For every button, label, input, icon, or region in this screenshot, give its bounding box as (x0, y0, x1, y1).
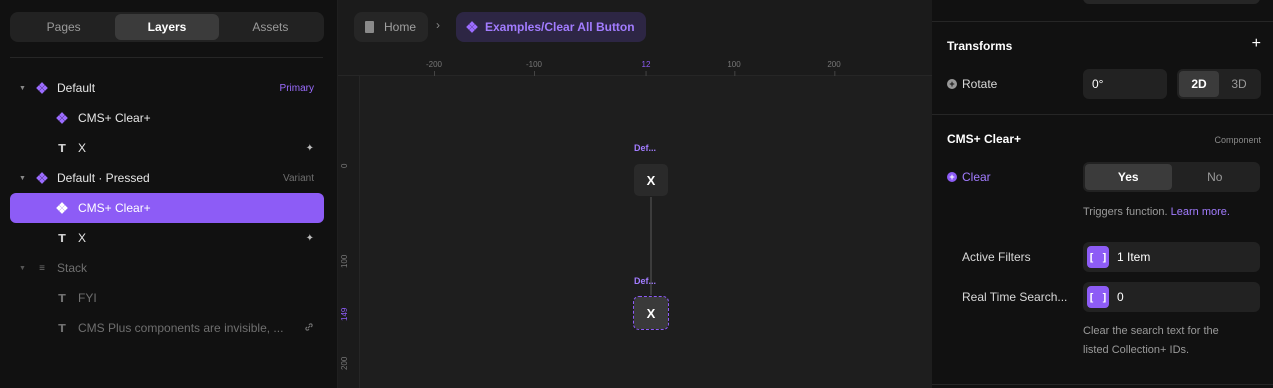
variant-default-button[interactable]: X (634, 164, 668, 196)
segmented-control[interactable] (1083, 0, 1260, 4)
tab-assets[interactable]: Assets (219, 14, 322, 40)
clear-label: + Clear (947, 170, 991, 184)
variant-pressed-button[interactable]: X (633, 296, 669, 330)
plus-circle-icon[interactable]: + (947, 79, 957, 89)
realtime-search-field[interactable]: [ ] 0 (1083, 282, 1260, 312)
layer-row-cms-clear-selected[interactable]: CMS+ Clear+ (10, 193, 324, 223)
expand-arrow-icon[interactable]: ▼ (19, 85, 26, 92)
breadcrumb-current-label: Examples/Clear All Button (485, 20, 635, 34)
ruler-vertical: 0 100 149 200 (338, 76, 360, 388)
ruler-tick: 100 (727, 60, 741, 76)
breadcrumb-home-label: Home (384, 20, 417, 34)
variant-label[interactable]: Def... (634, 143, 656, 153)
layer-label: FYI (78, 291, 97, 305)
breadcrumb-bar: Home › Examples/Clear All Button (338, 0, 932, 56)
text-icon: T (58, 231, 66, 245)
properties-panel: Transforms + + Rotate 0° 2D 3D CMS+ Clea… (932, 0, 1273, 388)
layer-row-fyi[interactable]: T FYI (10, 283, 324, 313)
layer-row-x[interactable]: T X ✦ (10, 223, 324, 253)
component-icon (36, 82, 48, 94)
array-icon: [ ] (1087, 246, 1109, 268)
layer-row-x[interactable]: T X ✦ (10, 133, 324, 163)
canvas[interactable]: -200 -100 12 100 200 0 100 149 200 Def..… (338, 56, 932, 388)
ruler-tick: 200 (340, 356, 349, 370)
learn-more-link[interactable]: Learn more. (1171, 206, 1230, 218)
component-subtitle: Component (1214, 135, 1261, 145)
layer-tag: Variant (283, 172, 314, 184)
layer-label: Default (57, 81, 96, 95)
clear-description: Triggers function. Learn more. (1083, 206, 1230, 218)
mode-3d-button[interactable]: 3D (1219, 71, 1259, 97)
layer-label: Default · Pressed (57, 171, 150, 185)
layer-row-default[interactable]: ▼ Default Primary (10, 73, 324, 103)
no-button[interactable]: No (1172, 164, 1259, 190)
chevron-right-icon: › (436, 18, 440, 32)
layer-label: CMS+ Clear+ (78, 111, 151, 125)
page-icon (365, 21, 374, 33)
layer-label: X (78, 141, 87, 155)
rotate-label: + Rotate (947, 77, 997, 91)
realtime-search-label: Real Time Search... (962, 290, 1068, 304)
layer-label: CMS+ Clear+ (78, 201, 151, 215)
panel-tabs: Pages Layers Assets (10, 12, 324, 42)
ruler-tick: -200 (425, 60, 443, 76)
divider (932, 114, 1273, 115)
text-icon: T (58, 321, 66, 335)
stack-icon: ≡ (39, 262, 45, 274)
ruler-tick-current: 12 (641, 60, 651, 76)
layer-row-default-pressed[interactable]: ▼ Default · Pressed Variant (10, 163, 324, 193)
divider (932, 21, 1273, 22)
yes-button[interactable]: Yes (1085, 164, 1172, 190)
layer-row-cms-clear[interactable]: CMS+ Clear+ (10, 103, 324, 133)
ruler-horizontal: -200 -100 12 100 200 (338, 56, 932, 76)
array-icon: [ ] (1087, 286, 1109, 308)
link-icon[interactable] (304, 322, 314, 335)
rotate-input[interactable]: 0° (1083, 69, 1167, 99)
component-icon (466, 21, 478, 33)
tab-layers[interactable]: Layers (115, 14, 219, 40)
layer-row-cms-note[interactable]: T CMS Plus components are invisible, ... (10, 313, 324, 343)
divider (932, 384, 1273, 385)
layer-label: X (78, 231, 87, 245)
ruler-tick: 100 (340, 254, 349, 268)
ruler-tick: -100 (525, 60, 543, 76)
add-transform-icon[interactable]: + (1252, 35, 1261, 53)
layer-row-stack[interactable]: ▼ ≡ Stack (10, 253, 324, 283)
ruler-tick: 200 (827, 60, 841, 76)
variant-label[interactable]: Def... (634, 276, 656, 286)
sparkle-icon[interactable]: ✦ (306, 143, 314, 154)
dimension-toggle: 2D 3D (1177, 69, 1261, 99)
mode-2d-button[interactable]: 2D (1179, 71, 1219, 97)
ruler-tick-current: 149 (340, 307, 349, 321)
expand-arrow-icon[interactable]: ▼ (19, 265, 26, 272)
expand-arrow-icon[interactable]: ▼ (19, 175, 26, 182)
component-icon (56, 202, 68, 214)
text-icon: T (58, 291, 66, 305)
layers-panel: Pages Layers Assets ▼ Default Primary CM… (0, 0, 338, 388)
clear-toggle: Yes No (1083, 162, 1260, 192)
breadcrumb-home[interactable]: Home (354, 12, 428, 42)
component-title: CMS+ Clear+ (947, 132, 1022, 146)
layer-label: Stack (57, 261, 88, 275)
active-filters-label: Active Filters (962, 250, 1031, 264)
plus-circle-icon[interactable]: + (947, 172, 957, 182)
ruler-tick: 0 (340, 163, 349, 168)
breadcrumb-current[interactable]: Examples/Clear All Button (456, 12, 646, 42)
transforms-title: Transforms (947, 39, 1013, 53)
component-icon (36, 172, 48, 184)
text-icon: T (58, 141, 66, 155)
layer-tag: Primary (279, 82, 314, 94)
layer-label: CMS Plus components are invisible, ... (78, 321, 284, 335)
clear-search-description: Clear the search text for the listed Col… (1083, 325, 1219, 356)
divider (10, 57, 323, 58)
tab-pages[interactable]: Pages (12, 14, 115, 40)
sparkle-icon[interactable]: ✦ (306, 233, 314, 244)
component-icon (56, 112, 68, 124)
active-filters-field[interactable]: [ ] 1 Item (1083, 242, 1260, 272)
